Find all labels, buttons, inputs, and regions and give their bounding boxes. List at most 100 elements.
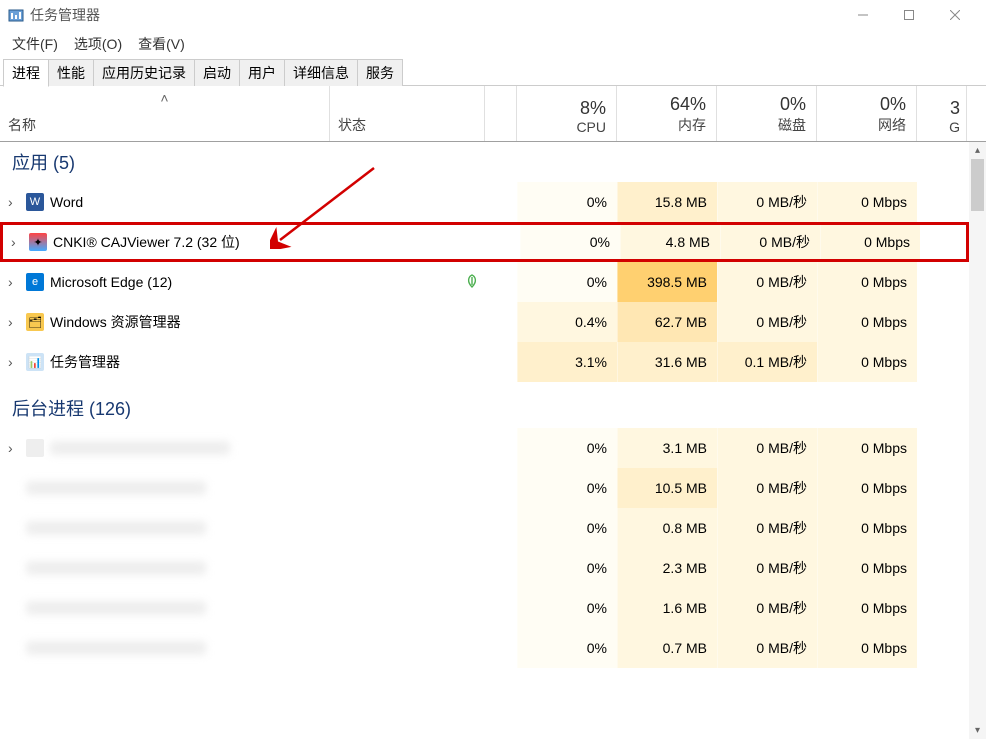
network-cell: 0 Mbps (817, 628, 917, 668)
window-title: 任务管理器 (30, 5, 100, 25)
memory-cell: 398.5 MB (617, 262, 717, 302)
disk-cell: 0 MB/秒 (717, 588, 817, 628)
scroll-thumb[interactable] (971, 159, 984, 211)
column-extra[interactable]: 3 G (917, 86, 966, 141)
chevron-right-icon[interactable]: › (8, 274, 20, 290)
disk-cell: 0 MB/秒 (717, 508, 817, 548)
section-apps[interactable]: 应用 (5) (0, 142, 969, 182)
column-pad (485, 86, 517, 141)
chevron-right-icon[interactable]: › (8, 440, 20, 456)
cpu-usage-pct: 8% (580, 98, 606, 119)
memory-cell: 0.8 MB (617, 508, 717, 548)
extra-bottom: G (949, 119, 960, 135)
taskmgr-icon: 📊 (26, 353, 44, 371)
tab-startup[interactable]: 启动 (194, 59, 240, 86)
column-status-label: 状态 (338, 115, 476, 135)
network-cell: 0 Mbps (817, 342, 917, 382)
process-name (26, 521, 206, 535)
tab-performance[interactable]: 性能 (48, 59, 94, 86)
leaf-icon (465, 274, 479, 291)
disk-cell: 0 MB/秒 (720, 225, 820, 259)
column-name[interactable]: ˄ 名称 (0, 86, 330, 141)
tab-details[interactable]: 详细信息 (284, 59, 358, 86)
memory-label: 内存 (678, 115, 706, 135)
memory-cell: 62.7 MB (617, 302, 717, 342)
sort-indicator-icon: ˄ (160, 90, 168, 106)
column-scroll-gap (966, 86, 986, 141)
status-cell (330, 342, 485, 382)
network-cell: 0 Mbps (817, 428, 917, 468)
process-row-bg[interactable]: 0% 0.8 MB 0 MB/秒 0 Mbps (0, 508, 969, 548)
word-icon: W (26, 193, 44, 211)
maximize-button[interactable] (886, 0, 932, 30)
cpu-label: CPU (576, 119, 606, 135)
process-name (26, 641, 206, 655)
disk-cell: 0 MB/秒 (717, 302, 817, 342)
tab-processes[interactable]: 进程 (3, 59, 49, 87)
network-cell: 0 Mbps (817, 182, 917, 222)
column-cpu[interactable]: 8% CPU (517, 86, 617, 141)
process-name (26, 601, 206, 615)
tab-app-history[interactable]: 应用历史记录 (93, 59, 195, 86)
status-cell (330, 262, 485, 302)
chevron-right-icon[interactable]: › (8, 354, 20, 370)
column-name-label: 名称 (8, 115, 321, 135)
tab-services[interactable]: 服务 (357, 59, 403, 86)
status-cell (333, 225, 488, 259)
app-icon (8, 7, 24, 23)
bg-icon (26, 439, 44, 457)
column-disk[interactable]: 0% 磁盘 (717, 86, 817, 141)
close-button[interactable] (932, 0, 978, 30)
process-name (26, 561, 206, 575)
scroll-down-icon[interactable]: ▾ (969, 722, 986, 739)
memory-cell: 31.6 MB (617, 342, 717, 382)
minimize-button[interactable] (840, 0, 886, 30)
process-row-explorer[interactable]: › 🗂 Windows 资源管理器 0.4% 62.7 MB 0 MB/秒 0 … (0, 302, 969, 342)
menu-view[interactable]: 查看(V) (130, 32, 193, 56)
process-row-bg[interactable]: 0% 1.6 MB 0 MB/秒 0 Mbps (0, 588, 969, 628)
column-memory[interactable]: 64% 内存 (617, 86, 717, 141)
column-network[interactable]: 0% 网络 (817, 86, 917, 141)
network-cell: 0 Mbps (817, 468, 917, 508)
network-label: 网络 (878, 115, 906, 135)
status-cell (330, 182, 485, 222)
cpu-cell: 0% (517, 468, 617, 508)
process-row-cajviewer[interactable]: › ✦ CNKI® CAJViewer 7.2 (32 位) 0% 4.8 MB… (0, 222, 969, 262)
process-name: Microsoft Edge (12) (50, 274, 172, 290)
titlebar: 任务管理器 (0, 0, 986, 30)
vertical-scrollbar[interactable]: ▴ ▾ (969, 142, 986, 739)
section-apps-label: 应用 (5) (12, 149, 75, 175)
cpu-cell: 0% (517, 262, 617, 302)
process-row-bg[interactable]: › 0% 3.1 MB 0 MB/秒 0 Mbps (0, 428, 969, 468)
scroll-up-icon[interactable]: ▴ (969, 142, 986, 159)
disk-label: 磁盘 (778, 115, 806, 135)
process-row-edge[interactable]: › e Microsoft Edge (12) 0% 398.5 MB 0 MB… (0, 262, 969, 302)
chevron-right-icon[interactable]: › (8, 314, 20, 330)
disk-cell: 0 MB/秒 (717, 548, 817, 588)
menubar: 文件(F) 选项(O) 查看(V) (0, 30, 986, 58)
chevron-right-icon[interactable]: › (11, 234, 23, 250)
process-row-taskmgr[interactable]: › 📊 任务管理器 3.1% 31.6 MB 0.1 MB/秒 0 Mbps (0, 342, 969, 382)
network-cell: 0 Mbps (817, 508, 917, 548)
chevron-right-icon[interactable]: › (8, 194, 20, 210)
process-row-word[interactable]: › W Word 0% 15.8 MB 0 MB/秒 0 Mbps (0, 182, 969, 222)
disk-cell: 0 MB/秒 (717, 428, 817, 468)
cpu-cell: 0% (520, 225, 620, 259)
process-row-bg[interactable]: 0% 10.5 MB 0 MB/秒 0 Mbps (0, 468, 969, 508)
window-controls (840, 0, 978, 30)
cpu-cell: 0% (517, 548, 617, 588)
cpu-cell: 0% (517, 628, 617, 668)
network-cell: 0 Mbps (817, 548, 917, 588)
menu-options[interactable]: 选项(O) (66, 32, 130, 56)
menu-file[interactable]: 文件(F) (4, 32, 66, 56)
status-cell (330, 302, 485, 342)
section-background-label: 后台进程 (126) (12, 395, 131, 421)
tab-users[interactable]: 用户 (239, 59, 285, 86)
column-status[interactable]: 状态 (330, 86, 485, 141)
memory-cell: 4.8 MB (620, 225, 720, 259)
section-background[interactable]: 后台进程 (126) (0, 388, 969, 428)
process-row-bg[interactable]: 0% 0.7 MB 0 MB/秒 0 Mbps (0, 628, 969, 668)
memory-cell: 0.7 MB (617, 628, 717, 668)
process-row-bg[interactable]: 0% 2.3 MB 0 MB/秒 0 Mbps (0, 548, 969, 588)
disk-cell: 0 MB/秒 (717, 468, 817, 508)
